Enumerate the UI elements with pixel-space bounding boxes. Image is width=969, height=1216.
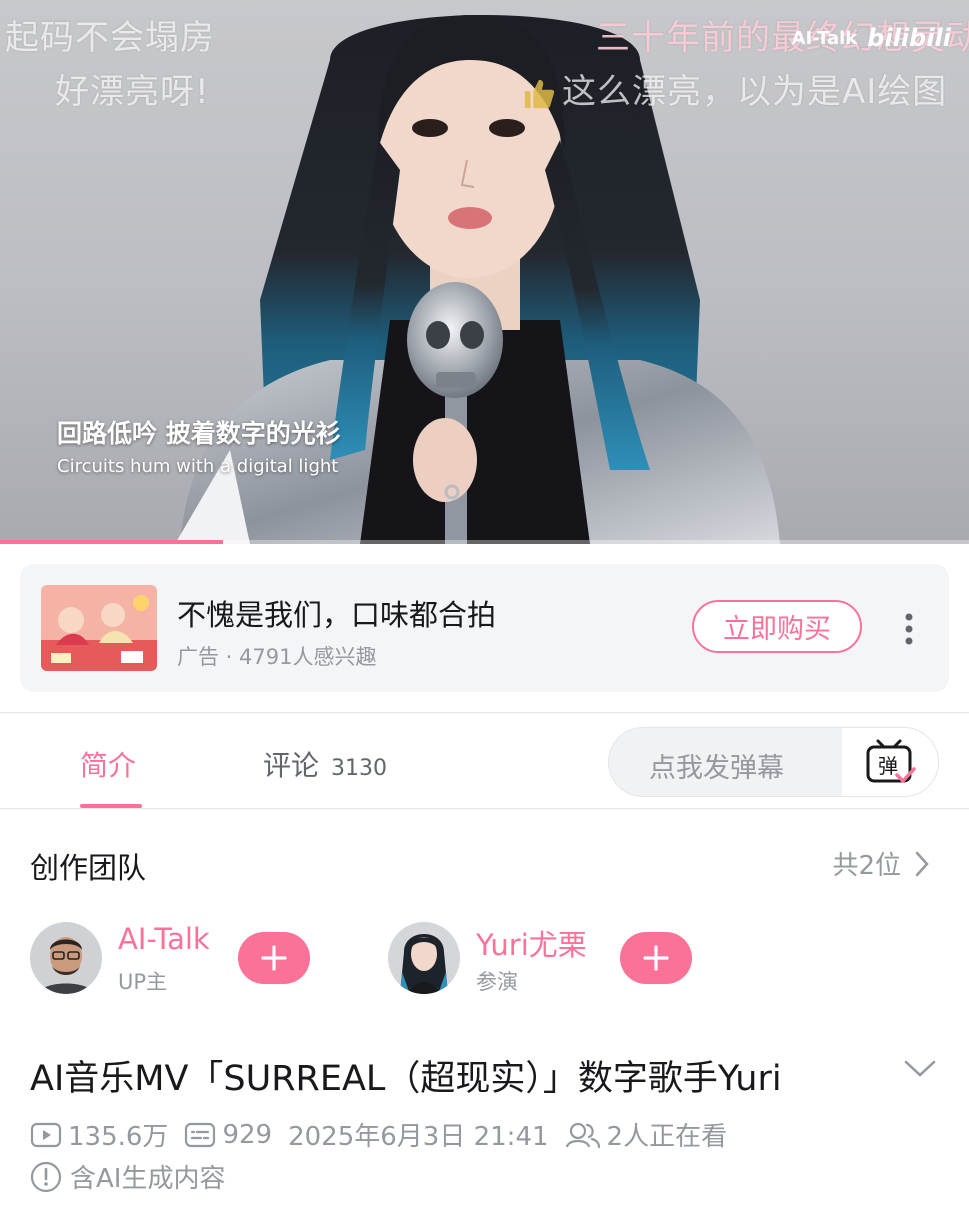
video-progress-bar[interactable] bbox=[0, 540, 969, 544]
tab-intro[interactable]: 简介 bbox=[80, 744, 136, 784]
avatar[interactable] bbox=[30, 922, 102, 994]
divider bbox=[0, 808, 969, 809]
video-title: AI音乐MV「SURREAL（超现实）」数字歌手Yuri bbox=[30, 1059, 782, 1099]
ad-title: 不愧是我们，口味都合拍 bbox=[177, 598, 497, 632]
danmaku-comment-text: 这么漂亮，以为是AI绘图 bbox=[562, 72, 948, 112]
video-player[interactable]: 起码不会塌房 好漂亮呀! 三十年前的最终幻想灵动 这么漂亮，以为是AI绘图 AI… bbox=[0, 0, 969, 544]
views-stat: 135.6万 bbox=[30, 1116, 168, 1153]
danmaku-toggle-char: 弹 bbox=[878, 754, 898, 778]
danmaku-input-placeholder: 点我发弹幕 bbox=[649, 753, 784, 784]
subtitle-english: Circuits hum with a digital light bbox=[57, 456, 339, 477]
buy-now-button[interactable]: 立即购买 bbox=[692, 600, 862, 653]
follow-button[interactable] bbox=[238, 932, 310, 984]
subtitle-chinese: 回路低吟 披着数字的光衫 bbox=[57, 419, 341, 448]
creator-card[interactable]: AI-Talk UP主 bbox=[30, 922, 360, 996]
more-options-icon[interactable] bbox=[900, 612, 918, 646]
video-stats: 135.6万 929 2025年6月3日 21:41 2人正在看 bbox=[30, 1116, 743, 1153]
danmaku-count: 929 bbox=[222, 1119, 273, 1150]
ad-thumbnail[interactable] bbox=[41, 585, 157, 671]
creator-role: UP主 bbox=[118, 970, 168, 994]
tab-comments-label: 评论 bbox=[263, 749, 320, 782]
creators-count: 共2位 bbox=[832, 851, 901, 881]
aigc-notice[interactable]: 含AI生成内容 bbox=[30, 1158, 225, 1195]
chevron-right-icon bbox=[915, 851, 929, 876]
danmaku-comment-liked: 这么漂亮，以为是AI绘图 bbox=[522, 64, 947, 113]
comments-count: 3130 bbox=[331, 756, 388, 781]
creator-role: 参演 bbox=[476, 970, 518, 994]
danmaku-input[interactable]: 点我发弹幕 弹 bbox=[608, 727, 939, 797]
bilibili-logo: bilibili bbox=[867, 24, 951, 52]
info-icon bbox=[30, 1161, 62, 1192]
creator-name[interactable]: Yuri尤栗 bbox=[476, 922, 587, 964]
danmaku-comment: 好漂亮呀! bbox=[55, 72, 210, 112]
views-count: 135.6万 bbox=[68, 1122, 169, 1152]
follow-button[interactable] bbox=[620, 932, 692, 984]
play-count-icon bbox=[30, 1122, 62, 1147]
aigc-notice-text: 含AI生成内容 bbox=[70, 1164, 226, 1194]
danmaku-stat: 929 bbox=[184, 1120, 272, 1150]
danmaku-toggle-button[interactable]: 弹 bbox=[842, 728, 938, 796]
publish-time: 2025年6月3日 21:41 bbox=[288, 1122, 549, 1152]
video-watermark: AI-Talk bilibili bbox=[792, 24, 951, 52]
ad-meta: 广告 · 4791人感兴趣 bbox=[177, 645, 377, 669]
creators-section-title: 创作团队 bbox=[30, 851, 147, 885]
viewers-icon bbox=[565, 1122, 600, 1148]
tab-comments[interactable]: 评论 3130 bbox=[263, 744, 387, 784]
creator-name[interactable]: AI-Talk bbox=[118, 922, 210, 956]
video-progress-fill bbox=[0, 540, 223, 544]
ad-card[interactable]: 不愧是我们，口味都合拍 广告 · 4791人感兴趣 立即购买 bbox=[20, 564, 949, 692]
danmaku-toggle-icon: 弹 bbox=[866, 739, 916, 783]
danmaku-count-icon bbox=[185, 1122, 216, 1147]
plus-icon bbox=[643, 945, 669, 971]
thumbs-up-icon bbox=[524, 79, 555, 108]
watermark-channel: AI-Talk bbox=[791, 27, 858, 49]
divider bbox=[0, 712, 969, 713]
plus-icon bbox=[261, 945, 287, 971]
danmaku-comment: 起码不会塌房 bbox=[5, 18, 215, 58]
chevron-down-icon[interactable] bbox=[904, 1060, 936, 1078]
watching-stat: 2人正在看 bbox=[565, 1116, 728, 1153]
creators-count-link[interactable]: 共2位 bbox=[832, 845, 929, 882]
avatar[interactable] bbox=[388, 922, 460, 994]
creator-card[interactable]: Yuri尤栗 参演 bbox=[388, 922, 708, 996]
watching-count: 2人正在看 bbox=[606, 1122, 728, 1152]
